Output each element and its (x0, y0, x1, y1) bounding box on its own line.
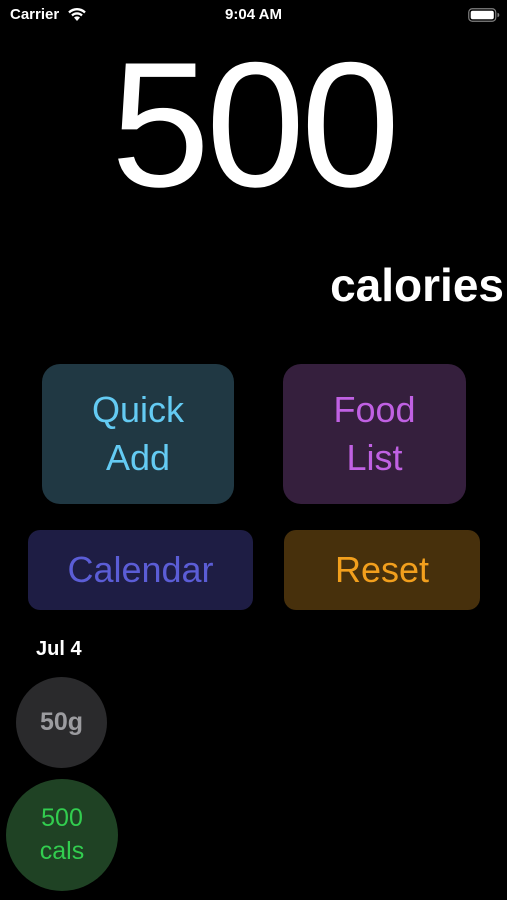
clock: 9:04 AM (225, 6, 282, 23)
calorie-entry-label: 500 cals (39, 804, 85, 865)
reset-button[interactable]: Reset (284, 530, 480, 610)
protein-entry-label: 50g (39, 708, 84, 736)
calendar-label: Calendar (67, 549, 214, 590)
protein-entry[interactable]: 50g (16, 677, 107, 768)
battery-icon (468, 8, 500, 22)
food-list-label: Food List (333, 389, 416, 478)
quick-add-label: Quick Add (91, 389, 185, 478)
food-list-button[interactable]: Food List (283, 364, 466, 504)
quick-add-button[interactable]: Quick Add (42, 364, 234, 504)
calorie-total: 500 (111, 25, 400, 224)
calendar-button[interactable]: Calendar (28, 530, 253, 610)
log-date: Jul 4 (36, 638, 82, 660)
calorie-unit-label: calories (330, 259, 504, 311)
calorie-entry[interactable]: 500 cals (6, 779, 118, 891)
reset-label: Reset (334, 549, 430, 590)
